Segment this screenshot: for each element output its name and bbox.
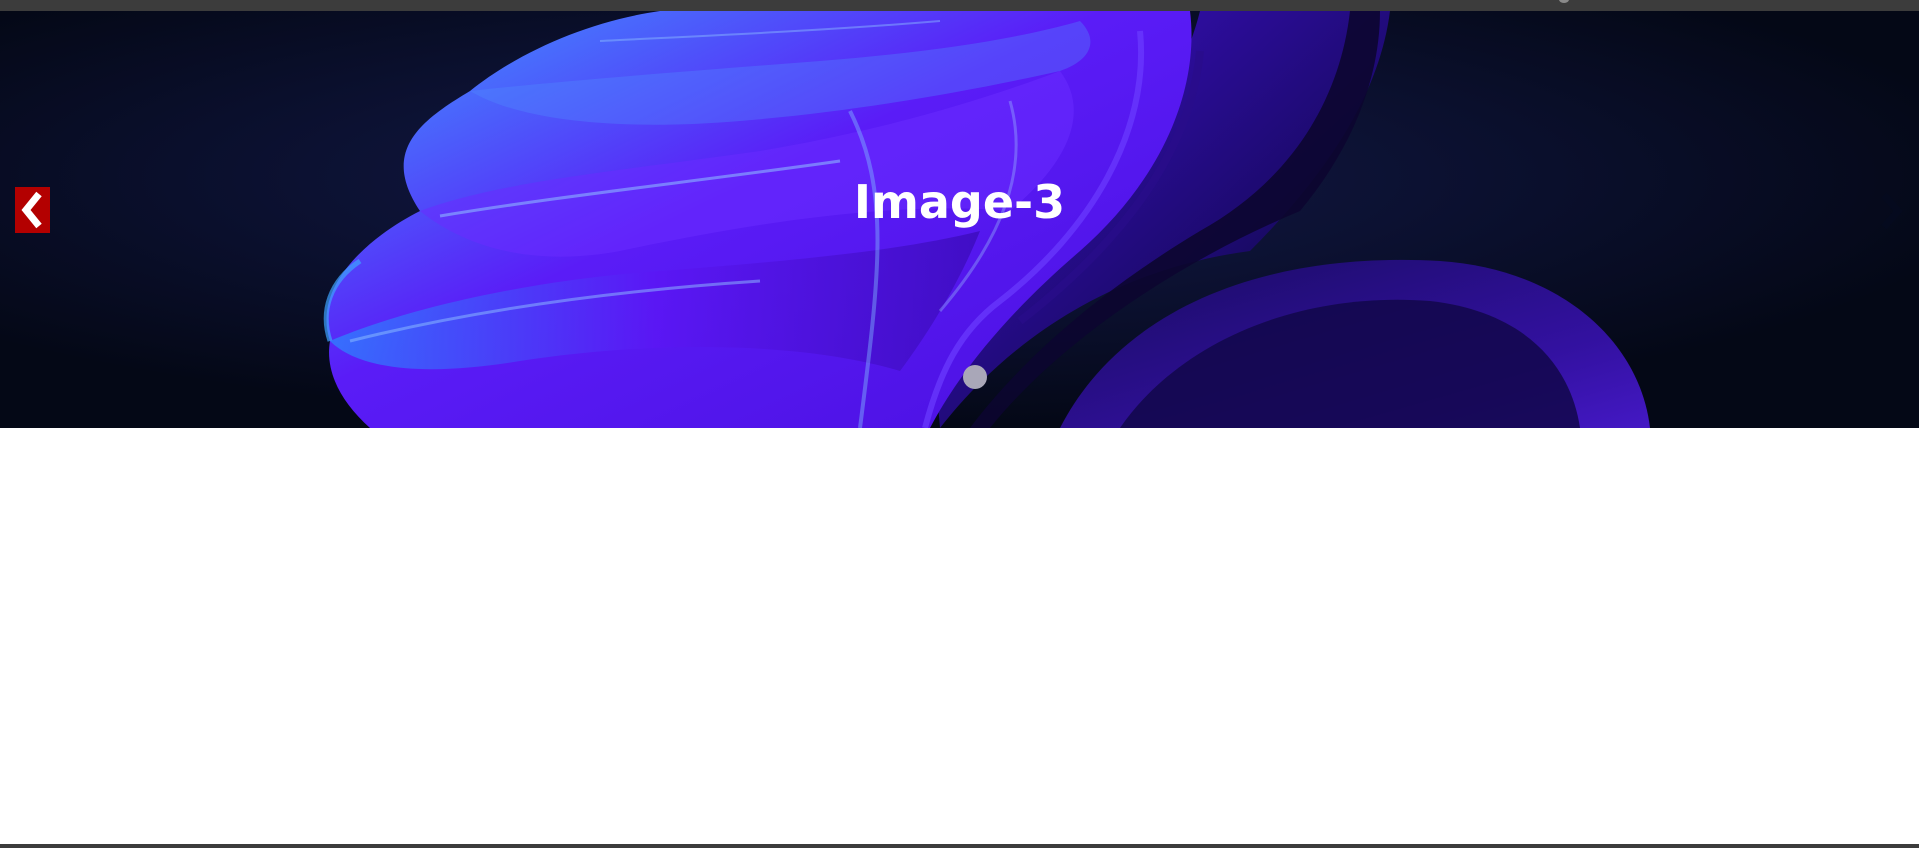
browser-top-bar <box>0 0 1919 11</box>
page-content-area <box>0 428 1919 844</box>
prev-slide-button[interactable] <box>15 187 50 233</box>
chevron-left-icon <box>21 191 42 229</box>
top-bar-indicator <box>1559 0 1569 3</box>
bottom-border <box>0 844 1919 848</box>
chevron-right-icon <box>1881 192 1903 230</box>
slide-indicator-dot[interactable] <box>963 365 987 389</box>
slide-image <box>0 11 1919 428</box>
image-slider: Image-3 <box>0 11 1919 428</box>
next-slide-button[interactable] <box>1873 189 1909 233</box>
